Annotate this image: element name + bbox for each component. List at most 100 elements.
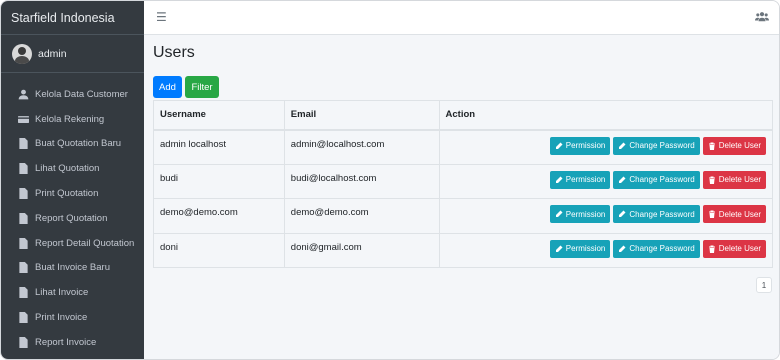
table-row: admin localhost admin@localhost.com Perm… xyxy=(153,129,774,165)
credit-card-icon xyxy=(18,114,29,125)
change-password-button[interactable]: Change Password xyxy=(613,205,700,223)
pencil-icon xyxy=(619,142,626,149)
cell-username: admin localhost xyxy=(153,129,285,165)
sidebar-item-lihat-invoice[interactable]: Lihat Invoice xyxy=(1,280,144,305)
add-button[interactable]: Add xyxy=(153,76,182,98)
file-icon xyxy=(18,138,29,150)
pencil-icon xyxy=(555,176,563,183)
cell-email: demo@demo.com xyxy=(283,198,440,234)
column-header-username: Username xyxy=(153,100,285,131)
users-table: Username Email Action admin localhost ad… xyxy=(153,100,774,268)
pagination-page-button[interactable]: 1 xyxy=(756,277,772,293)
table-row: doni doni@gmail.com Permission Change Pa… xyxy=(153,232,774,268)
file-icon xyxy=(18,312,29,324)
pencil-icon xyxy=(555,245,563,252)
file-icon xyxy=(18,262,29,274)
filter-button[interactable]: Filter xyxy=(185,76,219,98)
trash-icon xyxy=(708,142,715,150)
user-icon xyxy=(18,89,29,100)
change-password-button-label: Change Password xyxy=(629,175,695,184)
sidebar-item-label: Report Quotation xyxy=(35,212,108,224)
sidebar-item-print-invoice[interactable]: Print Invoice xyxy=(1,305,144,330)
file-icon xyxy=(18,287,29,299)
sidebar-item-buat-invoice-baru[interactable]: Buat Invoice Baru xyxy=(1,256,144,281)
table-header-row: Username Email Action xyxy=(153,100,774,131)
sidebar-item-label: Report Detail Quotation xyxy=(35,237,135,249)
permission-button[interactable]: Permission xyxy=(549,239,611,258)
sidebar-item-print-quotation[interactable]: Print Quotation xyxy=(1,181,144,206)
file-icon xyxy=(18,336,29,348)
sidebar-item-buat-quotation-baru[interactable]: Buat Quotation Baru xyxy=(1,132,144,157)
sidebar-item-report-quotation[interactable]: Report Quotation xyxy=(1,206,144,231)
sidebar-item-label: Kelola Data Customer xyxy=(35,88,128,100)
cell-actions: Permission Change Password Delete User xyxy=(438,198,774,234)
permission-button[interactable]: Permission xyxy=(549,205,611,223)
cell-username: doni xyxy=(153,232,285,268)
change-password-button[interactable]: Change Password xyxy=(613,170,700,189)
table-row: demo@demo.com demo@demo.com Permission C… xyxy=(153,198,774,234)
sidebar-item-label: Print Quotation xyxy=(35,188,99,200)
brand-title[interactable]: Starfield Indonesia xyxy=(1,1,144,35)
file-icon xyxy=(18,188,29,200)
delete-user-button[interactable]: Delete User xyxy=(702,136,766,155)
pencil-icon xyxy=(555,210,563,217)
pencil-icon xyxy=(619,176,626,183)
permission-button-label: Permission xyxy=(565,244,606,253)
cell-username: budi xyxy=(153,163,285,199)
trash-icon xyxy=(708,210,715,218)
sidebar-item-label: Lihat Invoice xyxy=(35,287,89,299)
permission-button-label: Permission xyxy=(565,175,606,184)
sidebar-item-kelola-data-customer[interactable]: Kelola Data Customer xyxy=(1,82,144,107)
cell-email: doni@gmail.com xyxy=(283,232,440,268)
cell-actions: Permission Change Password Delete User xyxy=(438,232,774,268)
permission-button[interactable]: Permission xyxy=(549,136,611,155)
sidebar-item-label: Lihat Quotation xyxy=(35,163,100,175)
hamburger-icon[interactable]: ☰ xyxy=(156,10,170,24)
users-table-card: Username Email Action admin localhost ad… xyxy=(153,100,774,268)
column-header-email: Email xyxy=(283,100,440,131)
users-icon[interactable] xyxy=(755,11,769,23)
permission-button-label: Permission xyxy=(565,209,606,219)
avatar xyxy=(12,43,32,64)
sidebar-item-report-detail-quotation[interactable]: Report Detail Quotation xyxy=(1,231,144,256)
user-panel[interactable]: admin xyxy=(1,35,144,73)
file-icon xyxy=(18,237,29,249)
sidebar-item-lihat-quotation[interactable]: Lihat Quotation xyxy=(1,156,144,181)
pencil-icon xyxy=(619,245,626,252)
change-password-button-label: Change Password xyxy=(629,209,695,219)
sidebar-item-label: Buat Invoice Baru xyxy=(35,262,110,274)
file-icon xyxy=(18,212,29,224)
permission-button-label: Permission xyxy=(565,141,606,150)
sidebar-item-report-invoice[interactable]: Report Invoice xyxy=(1,330,144,355)
app-window: Starfield Indonesia admin Kelola Data Cu… xyxy=(0,0,780,360)
change-password-button-label: Change Password xyxy=(629,244,695,253)
delete-user-button-label: Delete User xyxy=(718,209,761,219)
cell-email: budi@localhost.com xyxy=(283,163,440,199)
trash-icon xyxy=(708,245,715,253)
sidebar: Starfield Indonesia admin Kelola Data Cu… xyxy=(1,1,144,359)
delete-user-button-label: Delete User xyxy=(718,175,761,184)
sidebar-item-label: Kelola Rekening xyxy=(35,113,105,125)
pencil-icon xyxy=(619,210,626,217)
delete-user-button[interactable]: Delete User xyxy=(702,239,766,258)
cell-actions: Permission Change Password Delete User xyxy=(438,163,774,199)
change-password-button[interactable]: Change Password xyxy=(613,239,700,258)
delete-user-button[interactable]: Delete User xyxy=(702,170,766,189)
sidebar-item-label: Report Invoice xyxy=(35,336,97,348)
cell-email: admin@localhost.com xyxy=(283,129,440,165)
permission-button[interactable]: Permission xyxy=(549,170,611,189)
cell-actions: Permission Change Password Delete User xyxy=(438,129,774,165)
sidebar-item-kelola-rekening[interactable]: Kelola Rekening xyxy=(1,107,144,132)
trash-icon xyxy=(708,176,715,184)
sidebar-item-label: Print Invoice xyxy=(35,312,88,324)
pencil-icon xyxy=(555,142,563,149)
page-title: Users xyxy=(153,44,195,61)
user-name: admin xyxy=(38,47,67,60)
change-password-button-label: Change Password xyxy=(629,141,695,150)
delete-user-button-label: Delete User xyxy=(718,244,761,253)
delete-user-button-label: Delete User xyxy=(718,141,761,150)
table-row: budi budi@localhost.com Permission Chang… xyxy=(153,163,774,199)
change-password-button[interactable]: Change Password xyxy=(613,136,700,155)
topbar: ☰ xyxy=(144,1,779,35)
delete-user-button[interactable]: Delete User xyxy=(702,205,766,223)
